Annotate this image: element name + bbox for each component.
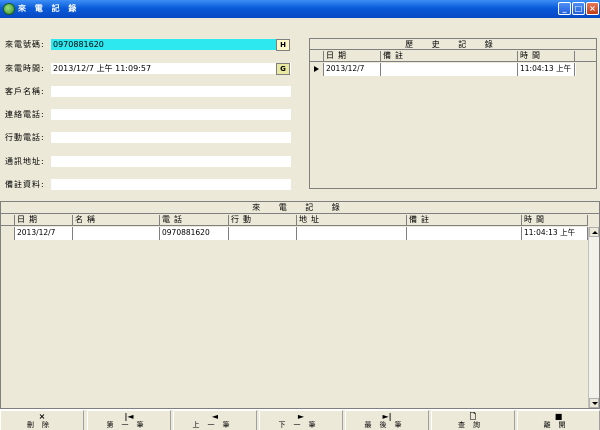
first-record-button[interactable]: |◄ 第一筆	[87, 410, 171, 430]
history-col-time[interactable]: 時間	[518, 51, 575, 62]
call-cell-name[interactable]	[73, 227, 160, 240]
next-record-button[interactable]: ► 下一筆	[259, 410, 343, 430]
time-label: 來電時間:	[5, 64, 45, 73]
contact-phone-field[interactable]	[51, 109, 291, 120]
history-header-corner	[310, 51, 324, 62]
call-col-name[interactable]: 名稱	[73, 215, 160, 226]
save-disk-icon: ■	[554, 412, 563, 421]
last-record-button[interactable]: ►| 最後筆	[345, 410, 429, 430]
query-icon: 🗋	[469, 412, 477, 421]
exit-label: 離開	[543, 421, 574, 429]
call-row-selector[interactable]	[1, 227, 15, 240]
call-cell-date[interactable]: 2013/12/7	[15, 227, 73, 240]
title-bar[interactable]: 來 電 記 錄 _ □ ×	[0, 0, 600, 18]
call-col-note[interactable]: 備註	[407, 215, 522, 226]
history-header: 日期 備註 時間	[310, 51, 596, 62]
time-button[interactable]: G	[276, 63, 290, 75]
call-col-date[interactable]: 日期	[15, 215, 73, 226]
close-button[interactable]: ×	[586, 2, 599, 15]
next-record-label: 下一筆	[278, 421, 324, 429]
history-cell-date[interactable]: 2013/12/7	[324, 63, 381, 76]
history-col-date[interactable]: 日期	[324, 51, 381, 62]
app-icon	[3, 3, 15, 15]
minimize-button[interactable]: _	[558, 2, 571, 15]
phone-field[interactable]: 0970881620	[51, 39, 277, 50]
history-row[interactable]: 2013/12/7 11:04:13 上午	[310, 63, 576, 76]
mobile-label: 行動電話:	[5, 133, 45, 142]
delete-button[interactable]: × 刪除	[0, 410, 84, 430]
history-col-note[interactable]: 備註	[381, 51, 518, 62]
call-cell-time[interactable]: 11:04:13 上午	[522, 227, 588, 240]
history-panel: 歷 史 記 錄 日期 備註 時間 2013/12/7 11:04:13 上午	[309, 38, 597, 189]
first-record-icon: |◄	[124, 412, 134, 421]
history-title: 歷 史 記 錄	[310, 39, 596, 50]
first-record-label: 第一筆	[106, 421, 152, 429]
address-label: 通訊地址:	[5, 157, 45, 166]
contact-phone-label: 連絡電話:	[5, 110, 45, 119]
call-log-panel: 來 電 記 錄 日期 名稱 電話 行動 地址 備註 時間 2013/12/7 0…	[0, 201, 600, 409]
call-log-header: 日期 名稱 電話 行動 地址 備註 時間	[1, 215, 588, 226]
history-cell-note[interactable]	[381, 63, 518, 76]
phone-label: 來電號碼:	[5, 40, 45, 49]
notes-field[interactable]	[51, 179, 291, 190]
maximize-button[interactable]: □	[572, 2, 585, 15]
mobile-field[interactable]	[51, 132, 291, 143]
scroll-up-arrow-icon[interactable]	[589, 227, 599, 237]
call-col-address[interactable]: 地址	[297, 215, 407, 226]
call-col-phone[interactable]: 電話	[160, 215, 229, 226]
customer-label: 客戶名稱:	[5, 87, 45, 96]
notes-label: 備註資料:	[5, 180, 45, 189]
call-log-scrollbar[interactable]	[588, 227, 599, 408]
scroll-down-arrow-icon[interactable]	[589, 398, 599, 408]
call-col-time[interactable]: 時間	[522, 215, 588, 226]
toolbar: × 刪除 |◄ 第一筆 ◄ 上一筆 ► 下一筆 ►| 最後筆 🗋 查詢 ■ 離開	[0, 409, 600, 430]
phone-lookup-button[interactable]: H	[276, 39, 290, 51]
next-record-icon: ►	[297, 412, 305, 421]
address-field[interactable]	[51, 156, 291, 167]
call-cell-note[interactable]	[407, 227, 522, 240]
time-field[interactable]: 2013/12/7 上午 11:09:57	[51, 63, 291, 74]
history-cell-time[interactable]: 11:04:13 上午	[518, 63, 575, 76]
window-title: 來 電 記 錄	[18, 4, 80, 13]
previous-record-icon: ◄	[211, 412, 219, 421]
call-cell-phone[interactable]: 0970881620	[160, 227, 229, 240]
current-row-arrow-icon	[314, 66, 319, 72]
delete-icon: ×	[38, 412, 46, 421]
previous-record-label: 上一筆	[192, 421, 238, 429]
call-log-row[interactable]: 2013/12/7 0970881620 11:04:13 上午	[1, 227, 588, 240]
query-label: 查詢	[458, 421, 488, 429]
call-col-mobile[interactable]: 行動	[229, 215, 297, 226]
query-button[interactable]: 🗋 查詢	[431, 410, 515, 430]
last-record-icon: ►|	[382, 412, 392, 421]
delete-label: 刪除	[27, 421, 57, 429]
call-log-header-corner	[1, 215, 15, 226]
call-log-title: 來 電 記 錄	[1, 202, 599, 214]
call-cell-mobile[interactable]	[229, 227, 297, 240]
last-record-label: 最後筆	[364, 421, 410, 429]
history-row-selector[interactable]	[310, 63, 324, 76]
previous-record-button[interactable]: ◄ 上一筆	[173, 410, 257, 430]
call-cell-address[interactable]	[297, 227, 407, 240]
exit-button[interactable]: ■ 離開	[517, 410, 600, 430]
customer-field[interactable]	[51, 86, 291, 97]
